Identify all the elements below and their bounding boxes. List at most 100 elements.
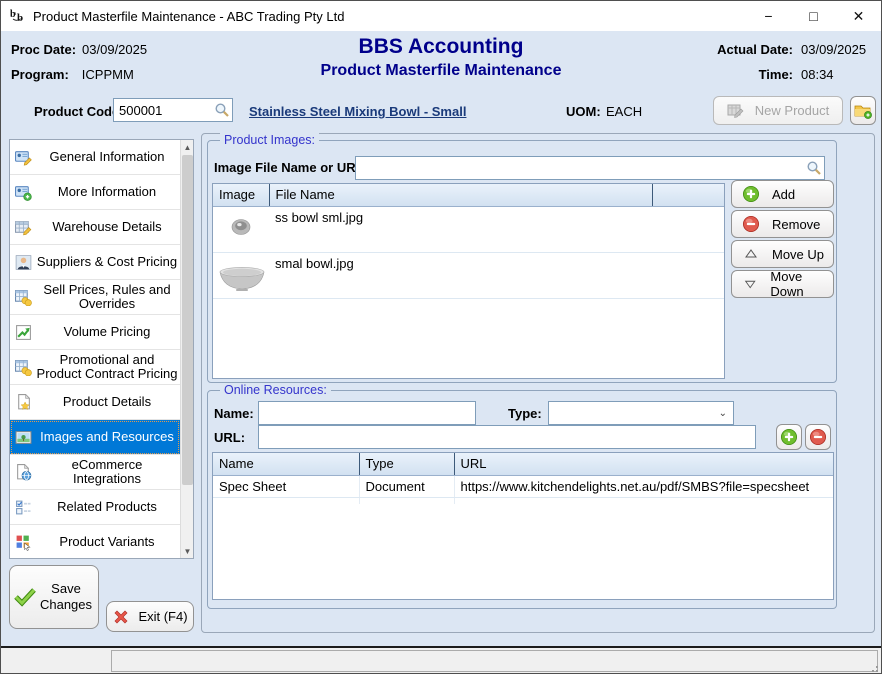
app-logo-icon: b s b bbox=[9, 7, 27, 25]
image-file-url-label: Image File Name or URL: bbox=[214, 160, 368, 175]
new-product-icon bbox=[727, 103, 745, 119]
column-header-url[interactable]: URL bbox=[454, 453, 833, 475]
status-bar bbox=[1, 648, 881, 674]
move-down-icon bbox=[742, 275, 758, 293]
move-up-icon bbox=[742, 245, 760, 263]
online-resources-group-label: Online Resources: bbox=[220, 383, 331, 397]
image-search-icon[interactable] bbox=[806, 160, 822, 176]
sidebar-item-label: Sell Prices, Rules and Overrides bbox=[34, 283, 180, 311]
minimize-button[interactable]: − bbox=[746, 1, 791, 31]
sidebar: General Information More Information bbox=[9, 139, 194, 559]
card-add-icon bbox=[15, 184, 32, 201]
add-icon bbox=[742, 185, 760, 203]
sidebar-item-suppliers-cost-pricing[interactable]: Suppliers & Cost Pricing bbox=[10, 245, 180, 280]
add-button[interactable]: Add bbox=[731, 180, 834, 208]
exit-x-icon bbox=[112, 608, 130, 626]
sidebar-item-label: Related Products bbox=[34, 500, 180, 514]
product-images-group-label: Product Images: bbox=[220, 133, 319, 147]
table-row[interactable]: Spec Sheet Document https://www.kitchend… bbox=[213, 475, 833, 497]
table-row[interactable]: ss bowl sml.jpg bbox=[213, 206, 724, 252]
sidebar-item-label: Volume Pricing bbox=[34, 325, 180, 339]
column-header-image[interactable]: Image bbox=[213, 184, 269, 206]
main-panel: Product Images: Image File Name or URL: … bbox=[201, 133, 875, 633]
time-label: Time: bbox=[759, 62, 793, 87]
promo-price-icon bbox=[15, 359, 32, 376]
svg-text:b: b bbox=[17, 12, 23, 24]
resource-name-input[interactable] bbox=[258, 401, 476, 425]
sidebar-item-label: Warehouse Details bbox=[34, 220, 180, 234]
file-name-cell: smal bowl.jpg bbox=[269, 252, 652, 298]
image-file-url-input[interactable] bbox=[355, 156, 825, 180]
new-product-button[interactable]: New Product bbox=[713, 96, 843, 125]
resource-name-label: Name: bbox=[214, 406, 254, 421]
resource-type-select[interactable]: ⌄ bbox=[548, 401, 734, 425]
resource-type-label: Type: bbox=[508, 406, 542, 421]
sidebar-item-ecommerce-integrations[interactable]: eCommerce Integrations bbox=[10, 455, 180, 490]
remove-icon bbox=[742, 215, 760, 233]
actual-date-value: 03/09/2025 bbox=[801, 37, 873, 62]
card-edit-icon bbox=[15, 149, 32, 166]
remove-button-label: Remove bbox=[772, 217, 820, 232]
resource-add-button[interactable] bbox=[776, 424, 802, 450]
table-row[interactable]: smal bowl.jpg bbox=[213, 252, 724, 298]
header-right: Actual Date:03/09/2025 Time:08:34 bbox=[717, 37, 873, 87]
column-header-file-name[interactable]: File Name bbox=[269, 184, 652, 206]
sidebar-item-product-details[interactable]: Product Details bbox=[10, 385, 180, 420]
image-list-buttons: Add Remove Move Up bbox=[731, 180, 834, 300]
sidebar-item-images-and-resources[interactable]: Images and Resources bbox=[10, 420, 180, 455]
column-header-type[interactable]: Type bbox=[359, 453, 454, 475]
product-images-table[interactable]: Image File Name bbox=[212, 183, 725, 379]
sidebar-item-label: eCommerce Integrations bbox=[34, 458, 180, 486]
uom-label: UOM: bbox=[566, 104, 601, 119]
move-up-button-label: Move Up bbox=[772, 247, 824, 262]
scroll-up-icon[interactable]: ▲ bbox=[181, 140, 194, 154]
supplier-icon bbox=[15, 254, 32, 271]
move-down-button[interactable]: Move Down bbox=[731, 270, 834, 298]
new-product-label: New Product bbox=[755, 103, 829, 118]
sidebar-item-related-products[interactable]: Related Products bbox=[10, 490, 180, 525]
resource-remove-button[interactable] bbox=[805, 424, 831, 450]
sidebar-item-label: Product Details bbox=[34, 395, 180, 409]
sidebar-item-sell-prices-rules-overrides[interactable]: Sell Prices, Rules and Overrides bbox=[10, 280, 180, 315]
variants-icon bbox=[15, 534, 32, 551]
exit-button[interactable]: Exit (F4) bbox=[106, 601, 194, 632]
product-name-link[interactable]: Stainless Steel Mixing Bowl - Small bbox=[249, 104, 466, 119]
move-up-button[interactable]: Move Up bbox=[731, 240, 834, 268]
scrollbar-thumb[interactable] bbox=[182, 155, 193, 485]
exit-button-label: Exit (F4) bbox=[138, 609, 187, 624]
table-header-row: Image File Name bbox=[213, 184, 724, 206]
add-button-label: Add bbox=[772, 187, 795, 202]
sidebar-item-label: General Information bbox=[34, 150, 180, 164]
remove-button[interactable]: Remove bbox=[731, 210, 834, 238]
window-title: Product Masterfile Maintenance - ABC Tra… bbox=[33, 9, 344, 24]
sidebar-item-volume-pricing[interactable]: Volume Pricing bbox=[10, 315, 180, 350]
title-bar: b s b Product Masterfile Maintenance - A… bbox=[1, 1, 881, 31]
image-icon bbox=[15, 429, 32, 446]
maximize-button[interactable]: □ bbox=[791, 1, 836, 31]
resource-url-input[interactable] bbox=[258, 425, 756, 449]
sidebar-scrollbar[interactable]: ▲ ▼ bbox=[180, 140, 193, 558]
online-resources-table[interactable]: Name Type URL Spec Sheet Document https:… bbox=[212, 452, 834, 600]
product-code-field-wrap bbox=[113, 98, 233, 122]
save-changes-button[interactable]: Save Changes bbox=[9, 565, 99, 629]
sidebar-item-product-variants[interactable]: Product Variants bbox=[10, 525, 180, 558]
resize-grip[interactable] bbox=[868, 662, 880, 674]
sidebar-item-label: Images and Resources bbox=[34, 430, 180, 444]
scroll-down-icon[interactable]: ▼ bbox=[181, 544, 194, 558]
wide-steel-bowl-thumbnail bbox=[219, 266, 265, 292]
folder-add-icon bbox=[854, 102, 873, 120]
resource-remove-icon bbox=[809, 428, 827, 446]
close-button[interactable]: ✕ bbox=[836, 1, 881, 31]
open-folder-button[interactable] bbox=[850, 96, 876, 125]
column-header-blank bbox=[652, 184, 724, 206]
resource-name-cell: Spec Sheet bbox=[213, 475, 359, 497]
sidebar-item-general-information[interactable]: General Information bbox=[10, 140, 180, 175]
uom-value: EACH bbox=[606, 104, 642, 119]
image-file-url-wrap bbox=[355, 156, 825, 180]
sidebar-item-warehouse-details[interactable]: Warehouse Details bbox=[10, 210, 180, 245]
sidebar-item-more-information[interactable]: More Information bbox=[10, 175, 180, 210]
column-header-name[interactable]: Name bbox=[213, 453, 359, 475]
search-icon[interactable] bbox=[214, 102, 230, 118]
resource-type-cell: Document bbox=[359, 475, 454, 497]
sidebar-item-promotional-contract-pricing[interactable]: Promotional and Product Contract Pricing bbox=[10, 350, 180, 385]
